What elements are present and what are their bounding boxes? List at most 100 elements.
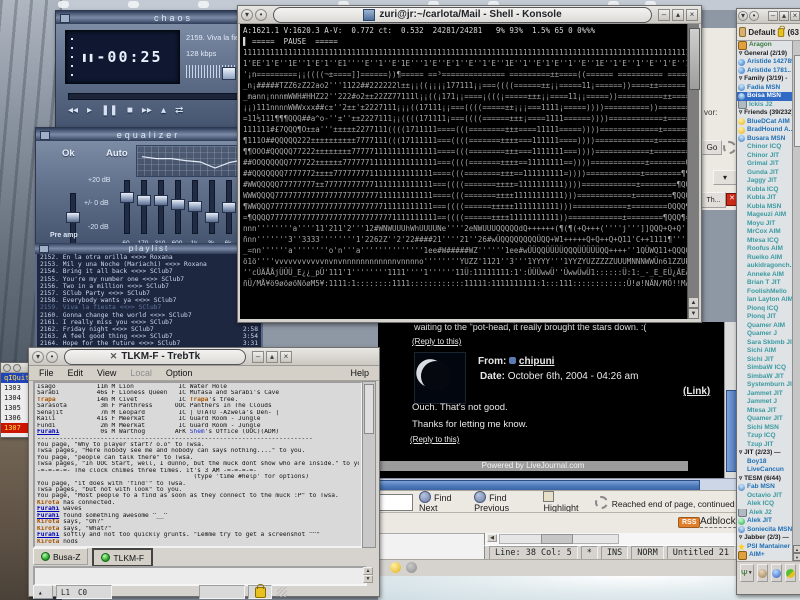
eq-band-thumb[interactable] (188, 201, 202, 212)
menu-file[interactable]: File (39, 368, 54, 378)
transport-button[interactable]: ▴ (161, 105, 166, 116)
eq-on-button[interactable]: Ok (62, 148, 75, 159)
editor-hscroll-thumb[interactable] (541, 534, 573, 544)
resize-grip[interactable] (277, 587, 287, 597)
contacts-titlebar[interactable]: ▾ • – ▴ × (737, 9, 800, 24)
browser-tab[interactable]: Th... (701, 192, 726, 208)
eq-band-slider[interactable]: 6k (222, 180, 234, 236)
close-icon[interactable]: × (790, 11, 800, 21)
transport-button[interactable]: ◂◂ (68, 105, 78, 116)
contact-row[interactable]: Sichi MSN (737, 424, 800, 433)
preamp-thumb[interactable] (66, 212, 80, 223)
playlist-row[interactable]: 2163. A feel good thing <<>> SClub7 3:54 (37, 333, 261, 340)
playlist-titlebar[interactable]: playlist (35, 243, 263, 254)
contact-row[interactable]: aukidragonch.. (737, 262, 800, 271)
contact-row[interactable]: ▿ Friends (39/232) (737, 109, 800, 118)
mud-output[interactable]: Isago 11m M Lion IC Water HoleSarabi 46s… (33, 381, 363, 548)
reply-link[interactable]: (Reply to this) (412, 337, 461, 346)
playlist-row[interactable]: 2156. Two in a million <<>> SClub7 (37, 283, 261, 290)
terminal-output[interactable]: A:1621.1 V:1620.3 A-V: 0.772 ct: 0.532 2… (240, 24, 687, 319)
menu-option[interactable]: Option (166, 368, 193, 378)
contacts-scrollbar[interactable]: ▲ ▼ (792, 41, 800, 561)
menu-edit[interactable]: Edit (68, 368, 84, 378)
minimize-icon[interactable]: – (658, 9, 670, 21)
playlist-row[interactable]: 2161. I really miss you <<>> SClub7 (37, 319, 261, 326)
minimize-icon[interactable]: – (252, 351, 264, 363)
window-menu-icon[interactable]: ▾ (32, 351, 44, 363)
scroll-left-arrow-icon[interactable]: ◀ (487, 534, 497, 542)
session-tab[interactable]: Busa-Z (33, 548, 88, 565)
contact-row[interactable]: BlueDCat AIM (737, 118, 800, 127)
contact-row[interactable]: Mtesa ICQ (737, 237, 800, 246)
contact-row[interactable]: ▿ General (2/19) (737, 50, 800, 59)
close-icon[interactable]: × (280, 351, 292, 363)
contact-row[interactable]: Kubla MSN (737, 203, 800, 212)
contact-row[interactable]: Fadia MSN (737, 84, 800, 93)
contact-row[interactable]: Rueiko AIM (737, 254, 800, 263)
contact-row[interactable]: FoolishMello (737, 288, 800, 297)
contact-row[interactable]: Octavio JIT (737, 492, 800, 501)
equalizer-titlebar[interactable]: equalizer (36, 128, 261, 141)
contact-row[interactable]: SimbaW ICQ (737, 364, 800, 373)
window-sticky-icon[interactable]: • (46, 351, 58, 363)
eq-band-slider[interactable]: 170 (137, 180, 149, 236)
contact-row[interactable]: Kubla ICQ (737, 186, 800, 195)
scroll-down-icon[interactable]: ▼ (688, 308, 699, 319)
xmms-menu-icon[interactable] (60, 14, 70, 23)
contact-row[interactable]: Ickis J2 (737, 101, 800, 110)
contact-row[interactable]: ▿ Family (3/19) - (737, 75, 800, 84)
konsole-titlebar[interactable]: ▾ • zuri@jr:~/carlota/Mail - Shell - Kon… (238, 6, 701, 24)
menu-help[interactable]: Help (350, 368, 369, 378)
contact-row[interactable]: ▿ Jabber (2/3) — (737, 534, 800, 543)
userinfo-icon[interactable] (509, 357, 516, 364)
show-offline-users-icon[interactable] (757, 564, 768, 582)
contact-row[interactable]: Systemburn JIT (737, 381, 800, 390)
scroll-down-icon[interactable]: ▼ (793, 553, 800, 561)
contact-row[interactable]: Sichi AIM (737, 347, 800, 356)
mud-scrollbar[interactable] (362, 381, 376, 548)
address-dropdown[interactable]: ▾ (713, 170, 737, 185)
contact-row[interactable]: Quamer JIT (737, 415, 800, 424)
contact-row[interactable]: Jammet J (737, 398, 800, 407)
transport-button[interactable]: ❚❚ (101, 105, 118, 116)
contact-row[interactable]: Ian Layton AIM (737, 296, 800, 305)
contact-row[interactable]: Busara MSN (737, 135, 800, 144)
playlist-menu-icon[interactable] (39, 245, 49, 253)
contact-row[interactable]: Plonq JIT (737, 313, 800, 322)
eq-band-thumb[interactable] (222, 202, 236, 213)
contact-row[interactable]: Alek ICQ (737, 500, 800, 509)
eq-band-thumb[interactable] (120, 192, 134, 203)
preamp-slider[interactable] (66, 193, 78, 249)
powered-by-banner[interactable]: Powered by LiveJournal.com (378, 461, 688, 471)
find-next-button[interactable]: Find Next (419, 491, 465, 513)
scroll-up-icon[interactable]: ▲ (363, 567, 373, 575)
eq-band-slider[interactable]: 600 (171, 180, 183, 236)
emoticon-icon[interactable] (390, 562, 401, 573)
scroll-up-icon[interactable]: ▲ (793, 545, 800, 553)
msn-protocol-icon[interactable] (785, 564, 796, 582)
contact-row[interactable]: Aragon (737, 41, 800, 50)
contact-row[interactable]: Boy18 (737, 458, 800, 467)
status-antenna-icon[interactable]: Ψ▼ (740, 564, 754, 582)
adblock-status[interactable]: Adblock (700, 516, 736, 528)
contact-row[interactable]: BradHound A.. (737, 126, 800, 135)
contact-row[interactable]: Alek J2 (737, 509, 800, 518)
minimize-icon[interactable]: – (768, 11, 778, 21)
contact-row[interactable]: Kubla JIT (737, 194, 800, 203)
transport-button[interactable]: ■ (127, 105, 133, 116)
contact-row[interactable]: Gunda JIT (737, 169, 800, 178)
session-tab[interactable]: TLKM-F (92, 548, 153, 567)
rss-badge[interactable]: RSS (678, 517, 700, 528)
find-input[interactable] (379, 494, 413, 511)
window-sticky-icon[interactable]: • (255, 9, 267, 21)
transport-button[interactable]: ▸▸ (142, 105, 152, 116)
desktop-icon[interactable] (198, 1, 209, 8)
window-menu-icon[interactable] (3, 364, 11, 372)
contact-row[interactable]: Quamer J (737, 330, 800, 339)
contact-row[interactable]: Sara Skbmb JIT (737, 339, 800, 348)
identity-header[interactable]: Default (63 (737, 24, 800, 41)
scrollbar-thumb[interactable] (794, 55, 800, 147)
contact-row[interactable]: Tzup ICQ (737, 432, 800, 441)
mud-titlebar[interactable]: ▾ • ✕ TLKM-F - TrebTk – ▴ × (29, 348, 379, 366)
equalizer-menu-icon[interactable] (40, 131, 50, 140)
